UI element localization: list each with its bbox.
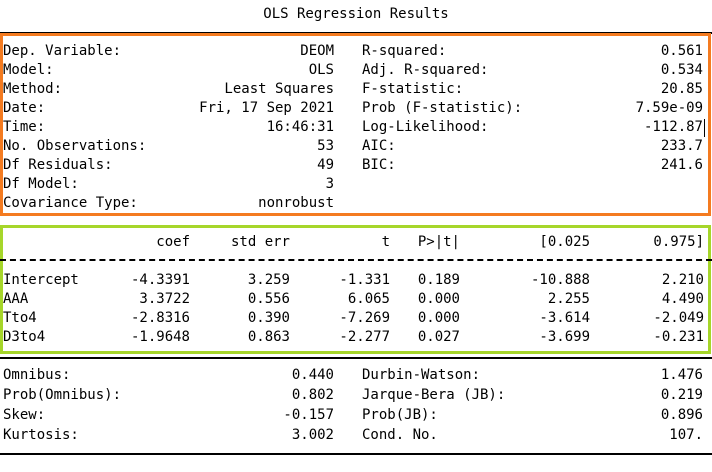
coef-row-name: D3to4 (3, 329, 46, 345)
diagnostic-label: Skew: (3, 407, 46, 423)
coef-cell: 0.863 (247, 329, 290, 345)
summary-value: 16:46:31 (266, 119, 334, 135)
summary-label: Df Residuals: (3, 157, 113, 173)
summary-label: Log-Likelihood: (362, 119, 489, 135)
coef-cell: -10.888 (530, 272, 590, 288)
summary-value: -112.87 (643, 119, 703, 135)
coef-cell: 3.3722 (139, 291, 190, 307)
summary-label: Covariance Type: (3, 195, 138, 211)
summary-value: 3 (325, 176, 334, 192)
summary-value: 0.534 (660, 62, 703, 78)
coef-cell: -2.049 (653, 310, 704, 326)
diagnostic-label: Kurtosis: (3, 427, 79, 443)
mid-rule (0, 357, 712, 359)
diagnostic-label: Cond. No. (362, 427, 438, 443)
summary-label: Prob (F-statistic): (362, 100, 523, 116)
summary-value: Fri, 17 Sep 2021 (199, 100, 334, 116)
coef-row-name: Tto4 (3, 310, 37, 326)
coef-header-rule (0, 259, 712, 261)
summary-label: Model: (3, 62, 54, 78)
summary-value: 49 (317, 157, 334, 173)
diagnostic-value: 3.002 (291, 427, 334, 443)
summary-label: BIC: (362, 157, 396, 173)
coef-column-header: std err (230, 234, 290, 250)
summary-value: 0.561 (660, 43, 703, 59)
diagnostic-value: 0.802 (291, 387, 334, 403)
coef-cell: -1.9648 (130, 329, 190, 345)
summary-value: 7.59e-09 (635, 100, 703, 116)
summary-value: 241.6 (660, 157, 703, 173)
text-cursor (704, 119, 705, 137)
summary-label: Df Model: (3, 176, 79, 192)
coef-cell: 2.210 (661, 272, 704, 288)
diagnostic-value: 107. (669, 427, 703, 443)
coef-cell: 0.000 (417, 291, 460, 307)
diagnostic-value: 1.476 (660, 367, 703, 383)
coef-cell: -3.614 (539, 310, 590, 326)
summary-value: 53 (317, 138, 334, 154)
diagnostic-label: Durbin-Watson: (362, 367, 481, 383)
summary-label: AIC: (362, 138, 396, 154)
diagnostic-value: -0.157 (283, 407, 334, 423)
coef-column-header: [0.025 (539, 234, 590, 250)
coef-cell: 0.556 (247, 291, 290, 307)
diagnostic-label: Jarque-Bera (JB): (362, 387, 506, 403)
summary-label: Adj. R-squared: (362, 62, 489, 78)
coef-column-header: 0.975] (653, 234, 704, 250)
coef-cell: 3.259 (247, 272, 290, 288)
coef-cell: 0.189 (417, 272, 460, 288)
coef-column-header: coef (156, 234, 190, 250)
summary-label: F-statistic: (362, 81, 464, 97)
coef-cell: 0.390 (247, 310, 290, 326)
coef-column-header: P>|t| (417, 234, 460, 250)
coef-cell: -2.8316 (130, 310, 190, 326)
summary-label: Time: (3, 119, 46, 135)
coef-cell: 4.490 (661, 291, 704, 307)
coef-row-name: Intercept (3, 272, 79, 288)
coef-cell: 0.027 (417, 329, 460, 345)
diagnostic-label: Omnibus: (3, 367, 71, 383)
summary-label: Dep. Variable: (3, 43, 122, 59)
summary-value: 233.7 (660, 138, 703, 154)
summary-label: R-squared: (362, 43, 447, 59)
summary-value: OLS (308, 62, 334, 78)
diagnostic-value: 0.219 (660, 387, 703, 403)
diagnostic-label: Prob(JB): (362, 407, 438, 423)
summary-value: DEOM (300, 43, 334, 59)
coef-row-name: AAA (3, 291, 29, 307)
diagnostic-label: Prob(Omnibus): (3, 387, 122, 403)
summary-value: nonrobust (258, 195, 334, 211)
report-title: OLS Regression Results (263, 6, 449, 22)
summary-label: Date: (3, 100, 46, 116)
diagnostic-value: 0.440 (291, 367, 334, 383)
coef-cell: -3.699 (539, 329, 590, 345)
coef-cell: 2.255 (547, 291, 590, 307)
summary-value: 20.85 (660, 81, 703, 97)
summary-label: No. Observations: (3, 138, 147, 154)
coef-cell: -0.231 (653, 329, 704, 345)
summary-label: Method: (3, 81, 63, 97)
coef-cell: 0.000 (417, 310, 460, 326)
summary-value: Least Squares (224, 81, 334, 97)
coef-cell: -4.3391 (130, 272, 190, 288)
bottom-rule (0, 453, 712, 455)
diagnostic-value: 0.896 (660, 407, 703, 423)
